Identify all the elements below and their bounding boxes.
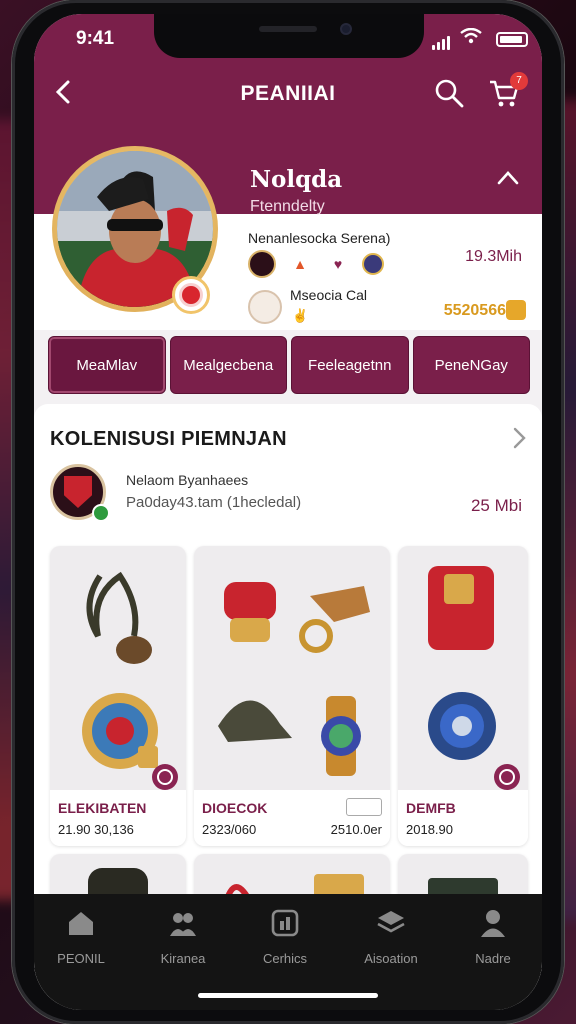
flame-icon: ▲ <box>293 256 307 272</box>
item-card[interactable]: DEMFB 2018.90 <box>398 546 528 846</box>
nav-item-5[interactable]: Nadre <box>448 908 538 966</box>
chevron-down-icon[interactable] <box>346 798 382 816</box>
tab-4[interactable]: PeneNGay <box>412 336 530 394</box>
shield-badge-icon <box>248 250 276 278</box>
item-card[interactable]: DIOECOK 2323/060 2510.0er <box>194 546 390 846</box>
club-subtitle: Pa0day43.tam (1hecledal) <box>126 494 302 511</box>
club-emblem-badge <box>172 276 210 314</box>
bottom-navigation: PEONIL Kiranea Cerhics Aisoation Nadre <box>34 894 542 1010</box>
user-icon <box>481 910 505 937</box>
app-bar: PEANIIAI 7 <box>34 58 542 130</box>
chevron-up-icon[interactable] <box>496 168 520 188</box>
item-price: 21.90 30,136 <box>58 822 134 837</box>
chevron-right-icon[interactable] <box>510 426 528 450</box>
item-info: DEMFB 2018.90 <box>398 790 528 846</box>
item-title: DEMFB <box>406 800 456 816</box>
app-screen: 9:41 PEANIIAI 7 Nolqda Ftenndelty Nenanl… <box>34 14 542 1010</box>
profile-name: Nolqda <box>250 166 343 193</box>
phone-frame: 9:41 PEANIIAI 7 Nolqda Ftenndelty Nenanl… <box>12 0 564 1024</box>
favorite-icon[interactable] <box>494 764 520 790</box>
signal-icon <box>432 36 450 50</box>
item-info: DIOECOK 2323/060 2510.0er <box>194 790 390 846</box>
status-time: 9:41 <box>76 28 115 49</box>
item-image <box>50 546 186 790</box>
search-icon[interactable] <box>434 78 464 108</box>
item-info: ELEKIBATEN 21.90 30,136 <box>50 790 186 846</box>
heart-icon: ♥ <box>333 256 343 272</box>
wifi-icon <box>460 28 482 44</box>
camera-notch <box>154 14 424 58</box>
profile-subtitle: Ftenndelty <box>250 198 325 215</box>
battery-icon <box>496 32 528 47</box>
tab-2[interactable]: Mealgecbena <box>169 336 287 394</box>
item-title: ELEKIBATEN <box>58 800 147 816</box>
nav-label: Cerhics <box>262 951 308 966</box>
layers-icon <box>377 911 405 933</box>
points-value: 5520566 <box>443 302 506 319</box>
favorite-icon[interactable] <box>152 764 178 790</box>
verified-dot-icon <box>92 504 110 522</box>
home-indicator[interactable] <box>198 993 378 998</box>
nav-label: PEONIL <box>57 951 105 966</box>
item-price: 2323/060 <box>202 822 257 837</box>
cart-count-badge: 7 <box>510 72 528 90</box>
home-icon <box>69 912 93 935</box>
item-image <box>194 546 390 790</box>
crest-icon <box>362 253 384 275</box>
tab-3[interactable]: Feeleagetnn <box>291 336 409 394</box>
nav-item-2[interactable]: Kiranea <box>138 908 228 966</box>
club-value: 25 Mbi <box>470 496 522 515</box>
tab-1[interactable]: MeaMlav <box>48 336 166 394</box>
coin-icon <box>506 300 526 320</box>
nav-label: Kiranea <box>160 951 206 966</box>
chart-icon <box>271 909 299 937</box>
nav-label: Nadre <box>475 951 511 966</box>
nav-item-3[interactable]: Cerhics <box>240 908 330 966</box>
collection-title: KOLENISUSI PIEMNJAN <box>50 428 287 450</box>
nav-item-profile[interactable]: PEONIL <box>36 908 126 966</box>
stat-row-value: 19.3Mih <box>465 248 522 265</box>
nav-item-4[interactable]: Aisoation <box>346 908 436 966</box>
compass-icon <box>248 290 282 324</box>
hand-icon: ✌ <box>292 308 309 323</box>
item-price-secondary: 2510.0er <box>330 822 382 837</box>
users-icon <box>170 913 196 936</box>
stat-row-label: Nenanlesocka Serena) <box>248 230 391 246</box>
tab-bar: MeaMlav Mealgecbena Feeleagetnn PeneNGay <box>48 336 530 394</box>
item-grid: ELEKIBATEN 21.90 30,136 DIOECOK 2323/060… <box>50 546 528 914</box>
stat-row-2-label: Mseocia Cal <box>290 287 368 303</box>
item-price: 2018.90 <box>406 822 453 837</box>
club-name: Nelaom Byanhaees <box>126 472 249 488</box>
nav-label: Aisoation <box>364 951 418 966</box>
item-title: DIOECOK <box>202 800 268 816</box>
item-image <box>398 546 528 790</box>
item-card[interactable]: ELEKIBATEN 21.90 30,136 <box>50 546 186 846</box>
page-title: PEANIIAI <box>240 82 336 105</box>
achievement-badges: ▲ ♥ <box>248 250 384 278</box>
